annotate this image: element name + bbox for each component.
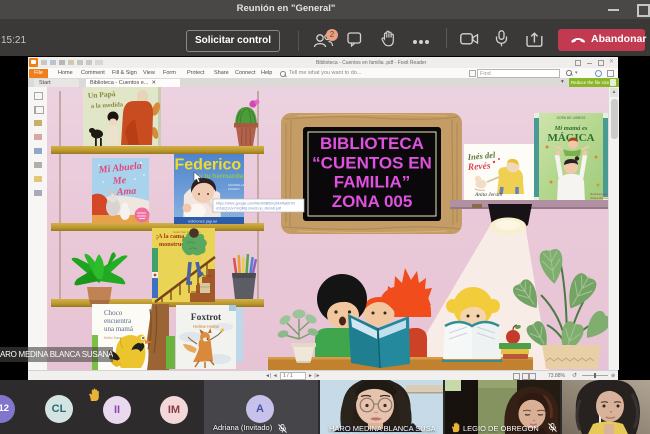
svg-text:Revés: Revés <box>467 161 492 173</box>
svg-text:Anita Jeram: Anita Jeram <box>474 192 502 198</box>
svg-text:FAMILIA”: FAMILIA” <box>334 173 411 192</box>
svg-text:Ulises Wensell: Ulises Wensell <box>590 196 608 200</box>
svg-text:Me: Me <box>111 175 127 187</box>
svg-text:BIBLIOTECA: BIBLIOTECA <box>320 134 424 153</box>
svg-text:https​:/​/drive.google.com/fil: https​:/​/drive.google.com/file/d/0B5mQb… <box>216 202 295 206</box>
svg-text:“CUENTOS EN: “CUENTOS EN <box>312 154 432 173</box>
svg-text:Mi mamá es: Mi mamá es <box>554 125 588 132</box>
svg-text:FAVARO: FAVARO <box>228 187 240 191</box>
svg-text:ZONA 005: ZONA 005 <box>332 192 413 211</box>
svg-text:d1NzQ1UvYmQlRjLsmx3Lnp_dlcmdl.: d1NzQ1UvYmQlRjLsmx3Lnp_dlcmdl.pdf <box>216 207 281 211</box>
svg-text:SOPA DE LIBROS: SOPA DE LIBROS <box>557 116 587 120</box>
svg-text:Foxtrot: Foxtrot <box>191 313 222 323</box>
svg-text:¡A la cama,: ¡A la cama, <box>156 233 186 240</box>
svg-text:Choco: Choco <box>104 309 123 317</box>
svg-text:Federico: Federico <box>175 157 242 174</box>
svg-text:una mamá: una mamá <box>104 325 134 333</box>
svg-text:encuentra: encuentra <box>104 317 132 325</box>
svg-text:Ama: Ama <box>115 186 136 198</box>
svg-text:ediciones jaguar: ediciones jaguar <box>188 219 218 224</box>
svg-text:Helme Heine: Helme Heine <box>193 324 220 329</box>
